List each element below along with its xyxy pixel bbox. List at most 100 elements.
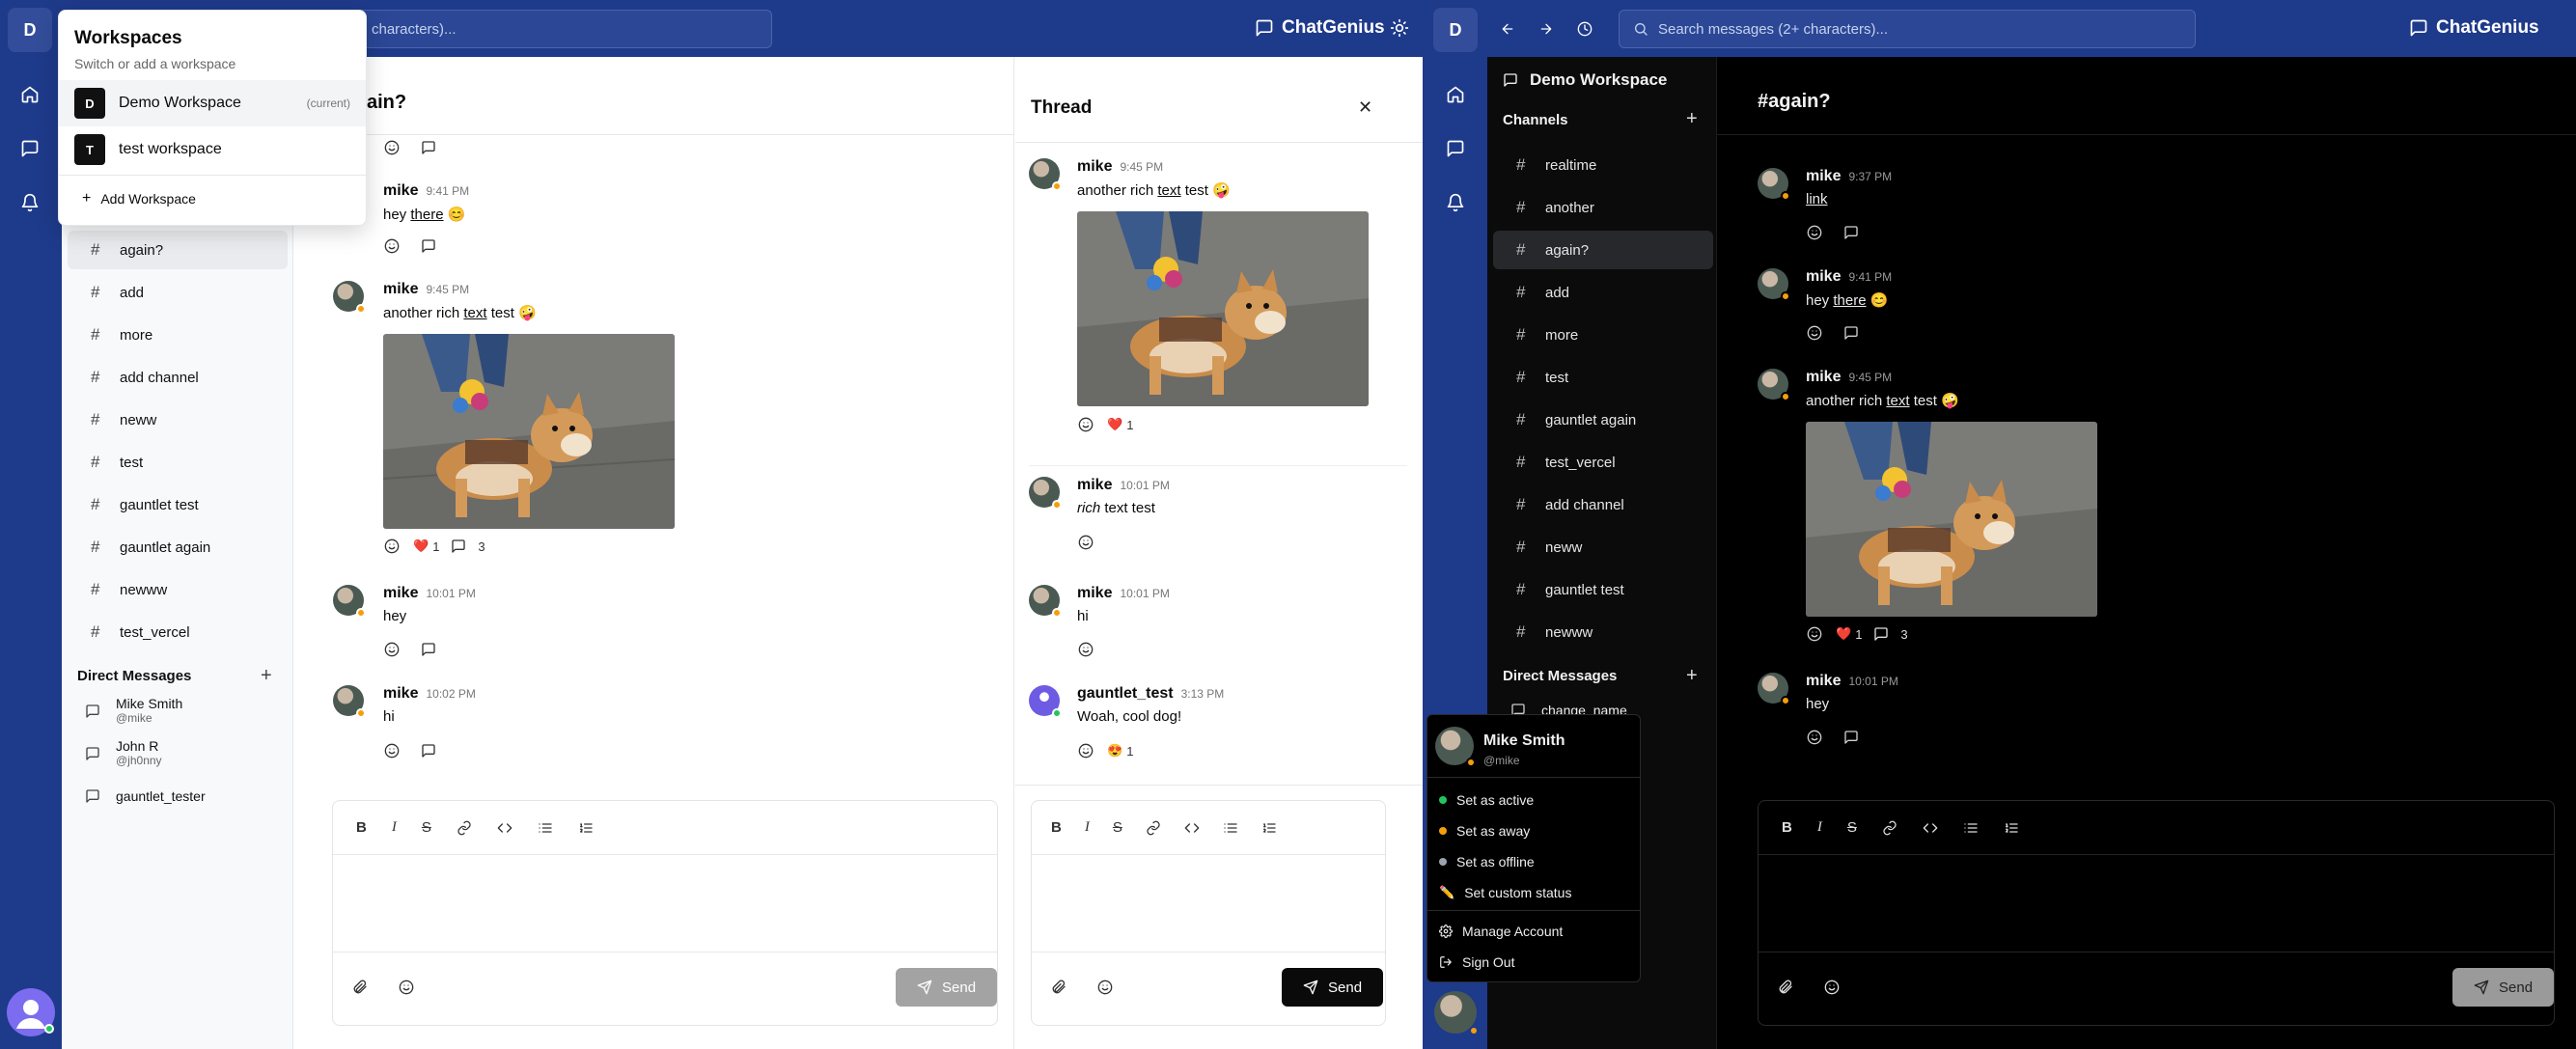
workspace-item-demo[interactable]: D Demo Workspace (current) xyxy=(59,80,366,126)
reply-icon[interactable] xyxy=(421,238,436,254)
channel-item-newww[interactable]: # newww xyxy=(68,570,288,609)
close-thread-button[interactable]: ✕ xyxy=(1358,97,1372,118)
channel-item-gauntlet-again[interactable]: # gauntlet again xyxy=(1493,400,1713,439)
workspace-header[interactable]: Demo Workspace xyxy=(1503,70,1667,90)
reply-icon[interactable] xyxy=(421,140,436,155)
channel-item-newww[interactable]: # newww xyxy=(1493,613,1713,651)
numbered-list-icon[interactable] xyxy=(1261,820,1277,836)
italic-icon[interactable]: I xyxy=(1817,819,1822,836)
dog-image[interactable] xyxy=(1806,422,2097,617)
avatar[interactable] xyxy=(1758,673,1790,705)
message-link[interactable]: text xyxy=(1157,182,1180,199)
reply-icon[interactable] xyxy=(1843,325,1859,341)
avatar[interactable] xyxy=(1029,685,1062,718)
send-button[interactable]: Send xyxy=(1282,968,1384,1007)
home-button[interactable] xyxy=(8,72,52,117)
user-avatar-button[interactable] xyxy=(1434,991,1479,1035)
channel-item-neww[interactable]: # neww xyxy=(68,400,288,439)
manage-account-item[interactable]: Manage Account xyxy=(1427,916,1563,947)
smile-icon[interactable] xyxy=(1807,225,1822,240)
add-dm-button[interactable]: + xyxy=(261,665,272,687)
strikethrough-icon[interactable]: S xyxy=(422,819,431,836)
theme-toggle[interactable] xyxy=(1390,18,1409,38)
avatar[interactable] xyxy=(1029,477,1062,510)
smile-icon[interactable] xyxy=(1078,535,1094,550)
set-away-item[interactable]: Set as away xyxy=(1427,815,1530,846)
heart-reaction[interactable]: ❤️ 1 xyxy=(1107,417,1133,432)
add-workspace-button[interactable]: + Add Workspace xyxy=(82,190,196,207)
reply-icon[interactable] xyxy=(421,642,436,657)
channel-item-gauntlet-test[interactable]: # gauntlet test xyxy=(1493,570,1713,609)
forward-arrow-icon[interactable] xyxy=(1538,21,1554,37)
bullet-list-icon[interactable] xyxy=(1963,820,1979,836)
smile-icon[interactable] xyxy=(1807,325,1822,341)
reply-icon[interactable] xyxy=(421,743,436,759)
code-icon[interactable] xyxy=(1184,820,1200,836)
messages-button[interactable] xyxy=(8,126,52,171)
avatar[interactable] xyxy=(1758,268,1790,301)
back-arrow-icon[interactable] xyxy=(1500,21,1515,37)
smile-icon[interactable] xyxy=(1097,980,1113,995)
bold-icon[interactable]: B xyxy=(356,819,367,836)
smile-icon[interactable] xyxy=(384,140,400,155)
channel-item-test[interactable]: # test xyxy=(68,443,288,482)
message-input[interactable] xyxy=(333,855,997,952)
messages-button[interactable] xyxy=(1433,126,1478,171)
smile-icon[interactable] xyxy=(384,642,400,657)
channel-item-add[interactable]: # add xyxy=(1493,273,1713,312)
heart-reaction[interactable]: ❤️ 1 xyxy=(1836,626,1862,642)
avatar[interactable] xyxy=(333,281,366,314)
channel-item-neww[interactable]: # neww xyxy=(1493,528,1713,566)
channel-item-gauntlet-test[interactable]: # gauntlet test xyxy=(68,485,288,524)
channel-item-another[interactable]: # another xyxy=(1493,188,1713,227)
paperclip-icon[interactable] xyxy=(1778,980,1793,995)
strikethrough-icon[interactable]: S xyxy=(1847,819,1857,836)
smile-icon[interactable] xyxy=(399,980,414,995)
message-link[interactable]: there xyxy=(410,207,443,223)
set-offline-item[interactable]: Set as offline xyxy=(1427,846,1535,877)
dm-item-gauntlet-tester[interactable]: gauntlet_tester xyxy=(85,788,206,804)
bold-icon[interactable]: B xyxy=(1051,819,1062,836)
smile-icon[interactable] xyxy=(384,238,400,254)
channel-item-test-vercel[interactable]: # test_vercel xyxy=(68,613,288,651)
channel-item-gauntlet-again[interactable]: # gauntlet again xyxy=(68,528,288,566)
reply-count[interactable]: 3 xyxy=(1873,626,1908,642)
smile-icon[interactable] xyxy=(1078,417,1094,432)
message-input[interactable] xyxy=(1759,855,2554,952)
numbered-list-icon[interactable] xyxy=(578,820,594,836)
custom-status-item[interactable]: ✏️ Set custom status xyxy=(1427,877,1571,908)
avatar[interactable] xyxy=(1758,369,1790,401)
dm-item-john-r[interactable]: John R @jh0nny xyxy=(85,738,162,767)
heart-reaction[interactable]: ❤️ 1 xyxy=(413,538,439,554)
channel-item-more[interactable]: # more xyxy=(1493,316,1713,354)
code-icon[interactable] xyxy=(1923,820,1938,836)
italic-icon[interactable]: I xyxy=(392,819,397,836)
smile-icon[interactable] xyxy=(1807,730,1822,745)
workspace-switcher[interactable]: D xyxy=(8,8,52,52)
heart-eyes-reaction[interactable]: 😍 1 xyxy=(1107,743,1133,759)
channel-item-add-channel[interactable]: # add channel xyxy=(68,358,288,397)
link-icon[interactable] xyxy=(1146,820,1161,836)
bullet-list-icon[interactable] xyxy=(538,820,553,836)
strikethrough-icon[interactable]: S xyxy=(1113,819,1122,836)
search-input[interactable]: Search messages (2+ characters)... xyxy=(1619,10,2196,48)
dog-image[interactable] xyxy=(1077,211,1369,406)
link-icon[interactable] xyxy=(457,820,472,836)
italic-icon[interactable]: I xyxy=(1085,819,1090,836)
message-link[interactable]: link xyxy=(1806,191,1828,207)
channel-item-again[interactable]: # again? xyxy=(1493,231,1713,269)
avatar[interactable] xyxy=(333,685,366,718)
sign-out-item[interactable]: Sign Out xyxy=(1427,947,1514,978)
smile-icon[interactable] xyxy=(1824,980,1840,995)
avatar[interactable] xyxy=(1029,158,1062,191)
reply-count[interactable]: 3 xyxy=(451,538,485,554)
history-icon[interactable] xyxy=(1577,21,1593,37)
bullet-list-icon[interactable] xyxy=(1223,820,1238,836)
link-icon[interactable] xyxy=(1882,820,1897,836)
message-link[interactable]: there xyxy=(1833,292,1866,309)
bold-icon[interactable]: B xyxy=(1782,819,1792,836)
smile-icon[interactable] xyxy=(1078,743,1094,759)
paperclip-icon[interactable] xyxy=(352,980,368,995)
home-button[interactable] xyxy=(1433,72,1478,117)
send-button[interactable]: Send xyxy=(2452,968,2555,1007)
